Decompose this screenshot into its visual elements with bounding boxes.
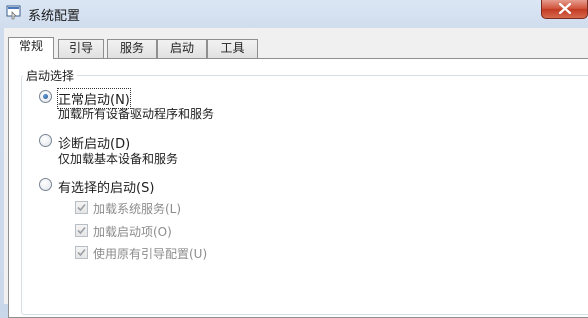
- close-icon: [559, 3, 571, 14]
- system-config-icon[interactable]: [6, 4, 22, 20]
- tab-startup[interactable]: 启动: [157, 39, 207, 58]
- system-config-window: 系统配置 常规 引导 服务 启动 工具 启动选择 正常启动(N) 加载所有设备驱…: [0, 0, 588, 318]
- load-system-services-checkbox[interactable]: [75, 201, 88, 214]
- normal-startup-radio[interactable]: [39, 90, 52, 103]
- title-bar[interactable]: 系统配置: [0, 0, 588, 28]
- tab-general[interactable]: 常规: [8, 37, 54, 59]
- load-startup-items-label: 加载启动项(O): [93, 225, 172, 239]
- load-startup-items-checkbox[interactable]: [75, 224, 88, 237]
- tab-boot[interactable]: 引导: [58, 39, 104, 58]
- tab-tools[interactable]: 工具: [207, 39, 258, 58]
- use-original-boot-config-checkbox[interactable]: [75, 246, 88, 259]
- selective-startup-label[interactable]: 有选择的启动(S): [58, 177, 154, 196]
- selective-startup-radio[interactable]: [39, 178, 52, 191]
- close-button[interactable]: [541, 0, 588, 19]
- window-title: 系统配置: [28, 9, 81, 24]
- diagnostic-startup-description: 仅加载基本设备和服务: [58, 152, 179, 166]
- normal-startup-description: 加载所有设备驱动程序和服务: [58, 107, 215, 121]
- use-original-boot-config-label: 使用原有引导配置(U): [93, 247, 208, 261]
- load-system-services-label: 加载系统服务(L): [93, 202, 182, 216]
- general-tab-panel: 启动选择 正常启动(N) 加载所有设备驱动程序和服务 诊断启动(D) 仅加载基本…: [8, 58, 588, 318]
- startup-selection-label: 启动选择: [23, 67, 78, 84]
- dialog-client-area: 常规 引导 服务 启动 工具 启动选择 正常启动(N) 加载所有设备驱动程序和服…: [4, 28, 588, 318]
- diagnostic-startup-radio[interactable]: [39, 134, 52, 147]
- tab-services[interactable]: 服务: [107, 39, 157, 58]
